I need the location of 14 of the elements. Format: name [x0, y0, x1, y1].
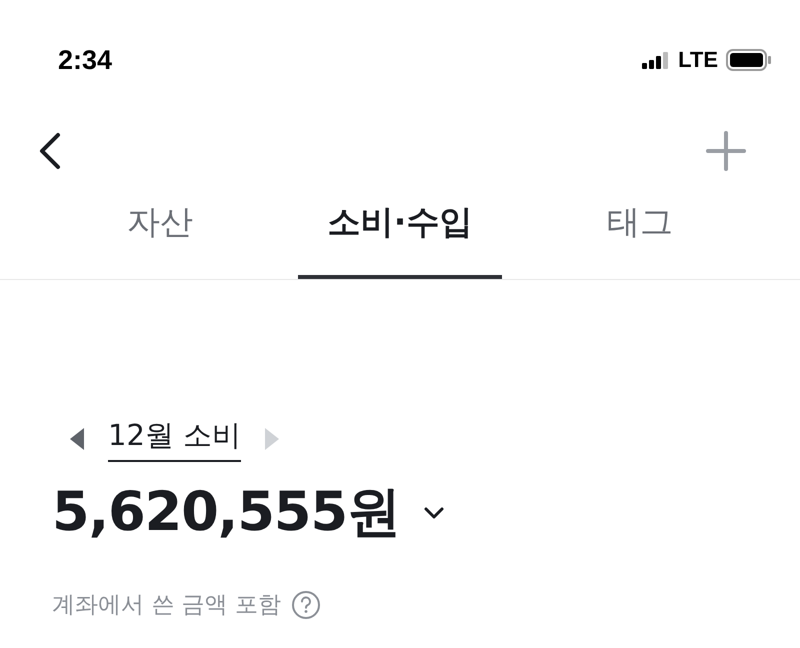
expand-button[interactable] [422, 504, 446, 520]
tab[interactable]: 자산 [58, 174, 262, 279]
tab[interactable]: 소비·수입 [298, 174, 502, 279]
month-selector[interactable]: 12월 소비 [108, 416, 242, 462]
status-time: 2:34 [58, 44, 112, 76]
previous-month-button[interactable] [68, 427, 86, 451]
network-label: LTE [678, 47, 718, 73]
signal-icon [642, 51, 670, 69]
battery-icon [726, 49, 772, 71]
note-text: 계좌에서 쓴 금액 포함 [52, 591, 281, 620]
add-button[interactable] [704, 129, 748, 173]
tab[interactable]: 태그 [538, 174, 742, 279]
help-icon[interactable] [290, 590, 321, 620]
spending-amount: 5,620,555원 [52, 479, 400, 545]
